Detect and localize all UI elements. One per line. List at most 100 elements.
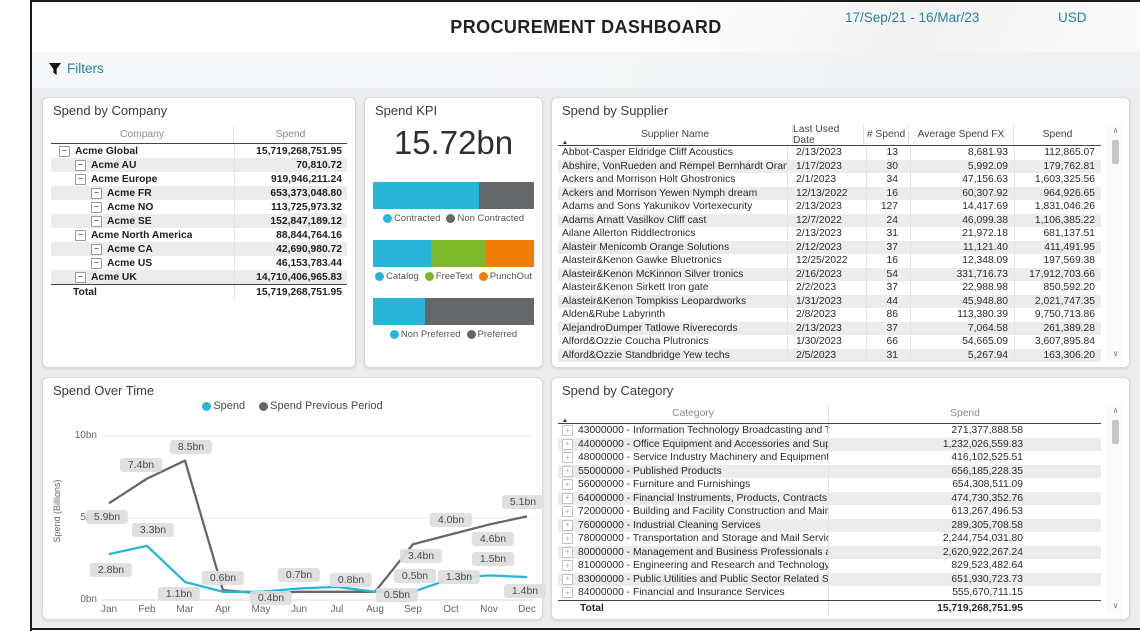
collapse-icon[interactable]: − bbox=[75, 230, 86, 241]
kpi-bar-segment-contracted[interactable] bbox=[373, 182, 479, 209]
column-header-spend[interactable]: Spend bbox=[1013, 124, 1101, 145]
kpi-bar-segment-freetext[interactable] bbox=[431, 240, 486, 267]
expand-icon[interactable]: + bbox=[562, 493, 573, 504]
table-row[interactable]: Abshire, VonRueden and Rempel Bernhardt … bbox=[558, 160, 1101, 174]
scroll-up-icon[interactable]: ∧ bbox=[1109, 127, 1122, 135]
table-row[interactable]: Alasteir&Kenon Gawke Bluetronics12/25/20… bbox=[558, 254, 1101, 268]
expand-icon[interactable]: + bbox=[562, 452, 573, 463]
scroll-up-icon[interactable]: ∧ bbox=[1109, 407, 1122, 415]
table-row[interactable]: +80000000 - Management and Business Prof… bbox=[558, 546, 1101, 560]
column-header-spend[interactable]: Spend bbox=[233, 126, 347, 143]
table-row[interactable]: +64000000 - Financial Instruments, Produ… bbox=[558, 492, 1101, 506]
filters-toggle[interactable]: Filters bbox=[48, 61, 104, 76]
category-scrollbar[interactable]: ∧ ∨ bbox=[1108, 404, 1122, 613]
table-row[interactable]: −Acme AU70,810.72 bbox=[51, 158, 347, 172]
collapse-icon[interactable]: − bbox=[91, 258, 102, 269]
kpi-bar-segment-non-preferred[interactable] bbox=[373, 298, 425, 325]
collapse-icon[interactable]: − bbox=[75, 160, 86, 171]
kpi-bar-segment-catalog[interactable] bbox=[373, 240, 431, 267]
legend-item[interactable]: Non Contracted bbox=[446, 213, 524, 224]
table-row[interactable]: Ackers and Morrison Holt Ghostronics2/1/… bbox=[558, 173, 1101, 187]
kpi-bar-segment-punchout[interactable] bbox=[486, 240, 534, 267]
expand-icon[interactable]: + bbox=[562, 560, 573, 571]
table-row[interactable]: Alasteir Menicomb Orange Solutions2/12/2… bbox=[558, 241, 1101, 255]
collapse-icon[interactable]: − bbox=[75, 272, 86, 283]
table-row[interactable]: −Acme NO113,725,973.32 bbox=[51, 200, 347, 214]
column-header-category[interactable]: Category bbox=[558, 404, 828, 423]
legend-item[interactable]: PunchOut bbox=[479, 271, 532, 282]
table-row[interactable]: Alford&Ozzie Standbridge Yew techs2/5/20… bbox=[558, 349, 1101, 363]
supplier-scrollbar[interactable]: ∧ ∨ bbox=[1108, 124, 1122, 361]
collapse-icon[interactable]: − bbox=[91, 216, 102, 227]
currency-filter[interactable]: USD bbox=[1058, 10, 1087, 25]
category-spend: 654,308,511.09 bbox=[828, 478, 1101, 492]
collapse-icon[interactable]: − bbox=[91, 202, 102, 213]
collapse-icon[interactable]: − bbox=[91, 244, 102, 255]
expand-icon[interactable]: + bbox=[562, 466, 573, 477]
table-row[interactable]: Alasteir&Kenon McKinnon Silver tronics2/… bbox=[558, 268, 1101, 282]
legend-item[interactable]: Catalog bbox=[375, 271, 419, 282]
table-row[interactable]: Adams and Sons Yakunikov Vortexecurity2/… bbox=[558, 200, 1101, 214]
table-row[interactable]: +56000000 - Furniture and Furnishings654… bbox=[558, 478, 1101, 492]
table-row[interactable]: Alasteir&Kenon Tompkiss Leopardworks1/31… bbox=[558, 295, 1101, 309]
supplier-cell: 5,267.94 bbox=[910, 349, 1014, 363]
table-row[interactable]: −Acme US46,153,783.44 bbox=[51, 256, 347, 270]
column-header-supplier-name[interactable]: Supplier Name bbox=[558, 124, 792, 145]
date-range-filter[interactable]: 17/Sep/21 - 16/Mar/23 bbox=[845, 10, 979, 25]
table-row[interactable]: Ackers and Morrison Yewen Nymph dream12/… bbox=[558, 187, 1101, 201]
kpi-bar-segment-non-contracted[interactable] bbox=[479, 182, 534, 209]
expand-icon[interactable]: + bbox=[562, 574, 573, 585]
table-row[interactable]: +84000000 - Financial and Insurance Serv… bbox=[558, 586, 1101, 600]
table-row[interactable]: Alford&Ozzie Coucha Plutronics1/30/20236… bbox=[558, 335, 1101, 349]
table-row[interactable]: −Acme North America88,844,764.16 bbox=[51, 228, 347, 242]
table-row[interactable]: +72000000 - Building and Facility Constr… bbox=[558, 505, 1101, 519]
expand-icon[interactable]: + bbox=[562, 506, 573, 517]
table-row[interactable]: −Acme Global15,719,268,751.95 bbox=[51, 144, 347, 158]
scrollbar-thumb[interactable] bbox=[1112, 140, 1119, 164]
table-row[interactable]: +83000000 - Public Utilities and Public … bbox=[558, 573, 1101, 587]
category-cell: +83000000 - Public Utilities and Public … bbox=[558, 574, 828, 585]
table-row[interactable]: +43000000 - Information Technology Broad… bbox=[558, 424, 1101, 438]
column-header-company[interactable]: Company bbox=[51, 126, 233, 143]
collapse-icon[interactable]: − bbox=[59, 146, 70, 157]
expand-icon[interactable]: + bbox=[562, 479, 573, 490]
column-header-average-spend-fx[interactable]: Average Spend FX bbox=[908, 124, 1013, 145]
table-row[interactable]: Alasteir&Kenon Sirkett Iron gate2/2/2023… bbox=[558, 281, 1101, 295]
expand-icon[interactable]: + bbox=[562, 425, 573, 436]
kpi-bar-segment-preferred[interactable] bbox=[425, 298, 534, 325]
scrollbar-thumb[interactable] bbox=[1112, 420, 1119, 444]
legend-item[interactable]: Preferred bbox=[467, 329, 518, 340]
table-row[interactable]: +78000000 - Transportation and Storage a… bbox=[558, 532, 1101, 546]
table-row[interactable]: +76000000 - Industrial Cleaning Services… bbox=[558, 519, 1101, 533]
table-row[interactable]: Ailane Allerton Riddlectronics2/13/20233… bbox=[558, 227, 1101, 241]
table-row[interactable]: Abbot-Casper Eldridge Cliff Acoustics2/1… bbox=[558, 146, 1101, 160]
expand-icon[interactable]: + bbox=[562, 547, 573, 558]
collapse-icon[interactable]: − bbox=[91, 188, 102, 199]
table-row[interactable]: −Acme SE152,847,189.12 bbox=[51, 214, 347, 228]
column-header-last-used-date[interactable]: Last Used Date bbox=[792, 124, 863, 145]
legend-item[interactable]: Contracted bbox=[383, 213, 440, 224]
legend-item[interactable]: Non Preferred bbox=[390, 329, 461, 340]
expand-icon[interactable]: + bbox=[562, 587, 573, 598]
table-row[interactable]: −Acme UK14,710,406,965.83 bbox=[51, 270, 347, 284]
table-row[interactable]: +81000000 - Engineering and Research and… bbox=[558, 559, 1101, 573]
scroll-down-icon[interactable]: ∨ bbox=[1109, 350, 1122, 358]
expand-icon[interactable]: + bbox=[562, 439, 573, 450]
expand-icon[interactable]: + bbox=[562, 533, 573, 544]
table-row[interactable]: −Acme CA42,690,980.72 bbox=[51, 242, 347, 256]
collapse-icon[interactable]: − bbox=[75, 174, 86, 185]
column-header--spend[interactable]: # Spend bbox=[863, 124, 908, 145]
column-header-spend[interactable]: Spend bbox=[828, 404, 1101, 423]
legend-item[interactable]: FreeText bbox=[425, 271, 473, 282]
category-spend: 271,377,888.58 bbox=[828, 424, 1101, 438]
table-row[interactable]: +48000000 - Service Industry Machinery a… bbox=[558, 451, 1101, 465]
scroll-down-icon[interactable]: ∨ bbox=[1109, 602, 1122, 610]
table-row[interactable]: −Acme Europe919,946,211.24 bbox=[51, 172, 347, 186]
table-row[interactable]: Alden&Rube Labyrinth2/8/202386113,380.39… bbox=[558, 308, 1101, 322]
expand-icon[interactable]: + bbox=[562, 520, 573, 531]
table-row[interactable]: −Acme FR653,373,048.80 bbox=[51, 186, 347, 200]
table-row[interactable]: +55000000 - Published Products656,185,22… bbox=[558, 465, 1101, 479]
table-row[interactable]: Adams Arnatt Vasilkov Cliff cast12/7/202… bbox=[558, 214, 1101, 228]
table-row[interactable]: AlejandroDumper Tatlowe Riverecords2/13/… bbox=[558, 322, 1101, 336]
table-row[interactable]: +44000000 - Office Equipment and Accesso… bbox=[558, 438, 1101, 452]
